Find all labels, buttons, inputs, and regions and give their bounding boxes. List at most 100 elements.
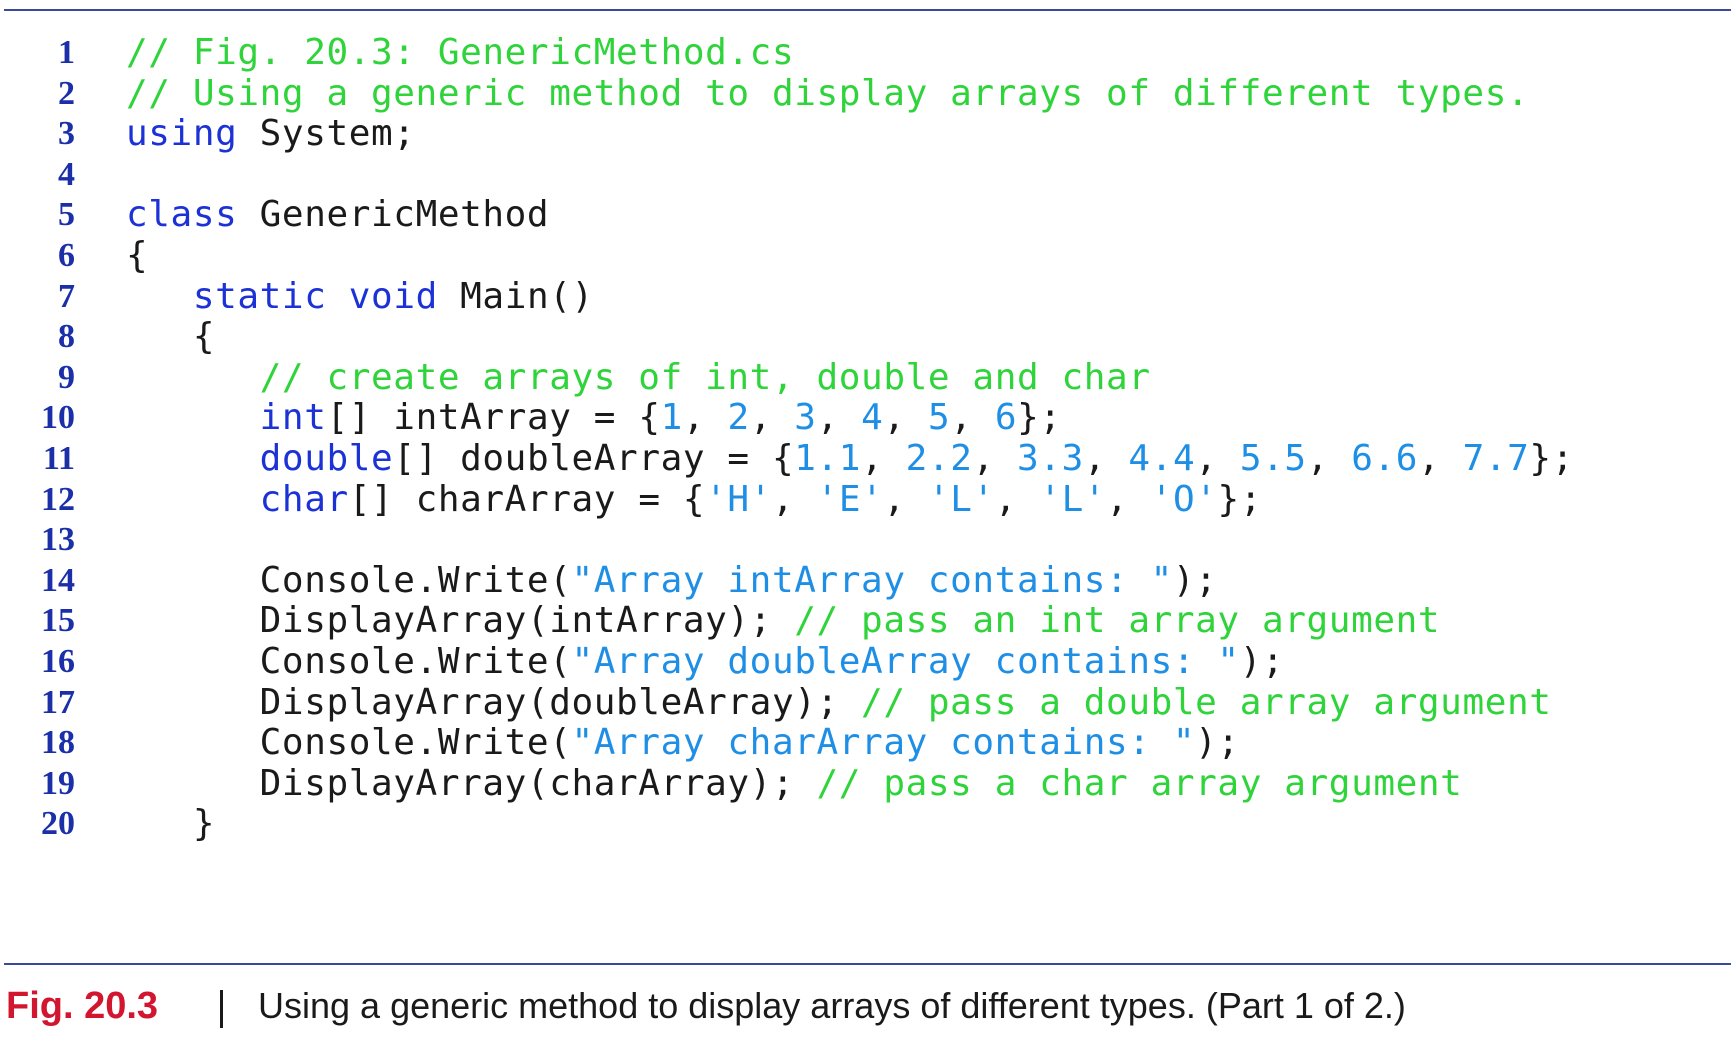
- code-text: Console.Write("Array doubleArray contain…: [126, 639, 1284, 684]
- code-token-literal: 6: [994, 397, 1018, 439]
- code-text: {: [126, 314, 215, 359]
- code-line: 1 // Fig. 20.3: GenericMethod.cs: [0, 30, 1736, 75]
- code-text: // create arrays of int, double and char: [126, 355, 1151, 400]
- code-token-plain: Console.Write(: [126, 722, 572, 764]
- line-number: 12: [41, 480, 75, 518]
- code-line: 15 DisplayArray(intArray); // pass an in…: [0, 598, 1736, 643]
- code-token-plain: ,: [950, 397, 995, 439]
- code-token-plain: };: [1017, 397, 1062, 439]
- code-token-literal: 1: [660, 397, 683, 439]
- code-text: DisplayArray(doubleArray); // pass a dou…: [126, 680, 1552, 725]
- line-number: 16: [41, 643, 75, 680]
- code-token-literal: 'L': [1039, 478, 1107, 520]
- code-token-plain: );: [1239, 641, 1285, 682]
- code-line: 19 DisplayArray(charArray); // pass a ch…: [0, 761, 1736, 806]
- code-token-comment: // pass a char array argument: [816, 762, 1463, 804]
- line-number: 2: [58, 74, 75, 112]
- code-line: 18 Console.Write("Array charArray contai…: [0, 720, 1736, 765]
- code-token-comment: // pass a double array argument: [861, 681, 1552, 723]
- code-token-keyword: static: [192, 275, 327, 317]
- code-token-plain: System;: [237, 113, 416, 155]
- code-line: 5 class GenericMethod: [0, 192, 1736, 237]
- code-text: double[] doubleArray = {1.1, 2.2, 3.3, 4…: [126, 436, 1574, 481]
- line-number: 7: [58, 277, 75, 315]
- code-text: // Using a generic method to display arr…: [126, 71, 1529, 116]
- code-token-plain: DisplayArray(intArray);: [126, 600, 795, 642]
- code-line: 10 int[] intArray = {1, 2, 3, 4, 5, 6};: [0, 395, 1736, 440]
- code-token-plain: );: [1195, 722, 1240, 764]
- line-number: 13: [41, 521, 75, 559]
- code-token-literal: 'E': [816, 478, 884, 520]
- code-line: 17 DisplayArray(doubleArray); // pass a …: [0, 680, 1736, 725]
- line-number: 19: [41, 764, 75, 802]
- code-token-plain: ,: [861, 438, 906, 479]
- line-number: 10: [41, 399, 75, 437]
- code-token-plain: }: [126, 803, 216, 845]
- code-line: 2 // Using a generic method to display ar…: [0, 71, 1736, 116]
- code-line: 3 using System;: [0, 111, 1736, 156]
- code-token-literal: 5.5: [1239, 438, 1307, 479]
- code-line: 8 {: [0, 314, 1736, 359]
- code-token-literal: 5: [927, 397, 951, 439]
- code-token-plain: {: [126, 316, 216, 358]
- line-number: 8: [58, 318, 75, 356]
- code-token-comment: // create arrays of int, double and char: [259, 356, 1151, 398]
- code-token-plain: ,: [883, 397, 928, 439]
- code-text: {: [126, 233, 148, 278]
- code-text: using System;: [126, 111, 416, 156]
- code-token-literal: 3: [794, 397, 817, 439]
- line-number: 1: [58, 34, 75, 71]
- code-token-literal: 4: [861, 397, 884, 439]
- code-line: 12 char[] charArray = {'H', 'E', 'L', 'L…: [0, 477, 1736, 522]
- line-number: 9: [58, 358, 75, 396]
- code-token-plain: };: [1529, 438, 1574, 479]
- line-number: 17: [41, 683, 75, 721]
- code-token-literal: 6.6: [1351, 438, 1419, 479]
- code-text: Console.Write("Array charArray contains:…: [126, 720, 1240, 765]
- code-line: 14 Console.Write("Array intArray contain…: [0, 558, 1736, 603]
- code-token-plain: ,: [1106, 478, 1151, 520]
- code-token-plain: ,: [994, 478, 1040, 520]
- code-token-plain: ,: [749, 397, 795, 439]
- code-token-plain: Main(): [437, 275, 594, 317]
- code-token-literal: 2.2: [905, 438, 973, 479]
- line-number: 20: [41, 805, 75, 843]
- code-token-plain: DisplayArray(charArray);: [126, 762, 817, 804]
- code-text: class GenericMethod: [126, 192, 549, 237]
- code-text: // Fig. 20.3: GenericMethod.cs: [126, 30, 794, 75]
- caption-separator: [220, 990, 223, 1028]
- code-token-literal: 1.1: [794, 438, 862, 479]
- caption-label: Fig. 20.3: [6, 985, 159, 1027]
- code-token-plain: [] doubleArray = {: [393, 438, 795, 479]
- code-token-literal: 2: [727, 397, 750, 439]
- code-token-keyword: class: [126, 194, 238, 236]
- code-line: 13: [0, 517, 1736, 562]
- code-text: DisplayArray(intArray); // pass an int a…: [126, 598, 1440, 643]
- code-token-plain: Console.Write(: [126, 641, 572, 682]
- code-line: 16 Console.Write("Array doubleArray cont…: [0, 639, 1736, 684]
- code-text: Console.Write("Array intArray contains: …: [126, 558, 1217, 603]
- figure-caption: Fig. 20.3 Using a generic method to disp…: [6, 980, 1726, 1032]
- code-token-literal: 'H': [705, 478, 772, 520]
- line-number: 4: [58, 155, 75, 193]
- code-token-plain: [] intArray = {: [326, 397, 661, 439]
- line-number: 11: [42, 440, 75, 477]
- code-token-plain: ,: [682, 397, 728, 439]
- bottom-rule: [4, 963, 1731, 965]
- code-token-plain: GenericMethod: [237, 194, 550, 236]
- code-token-keyword: char: [259, 478, 349, 520]
- code-token-literal: 'O': [1150, 478, 1218, 520]
- line-number: 3: [58, 115, 75, 153]
- code-token-plain: };: [1217, 478, 1263, 520]
- code-token-plain: {: [126, 235, 149, 276]
- code-text: int[] intArray = {1, 2, 3, 4, 5, 6};: [126, 395, 1062, 440]
- code-text: DisplayArray(charArray); // pass a char …: [126, 761, 1462, 806]
- code-token-comment: // pass an int array argument: [794, 600, 1441, 642]
- code-token-plain: ,: [816, 397, 862, 439]
- code-token-plain: ,: [1083, 438, 1129, 479]
- line-number: 6: [58, 237, 75, 274]
- code-token-literal: 7.7: [1462, 438, 1530, 479]
